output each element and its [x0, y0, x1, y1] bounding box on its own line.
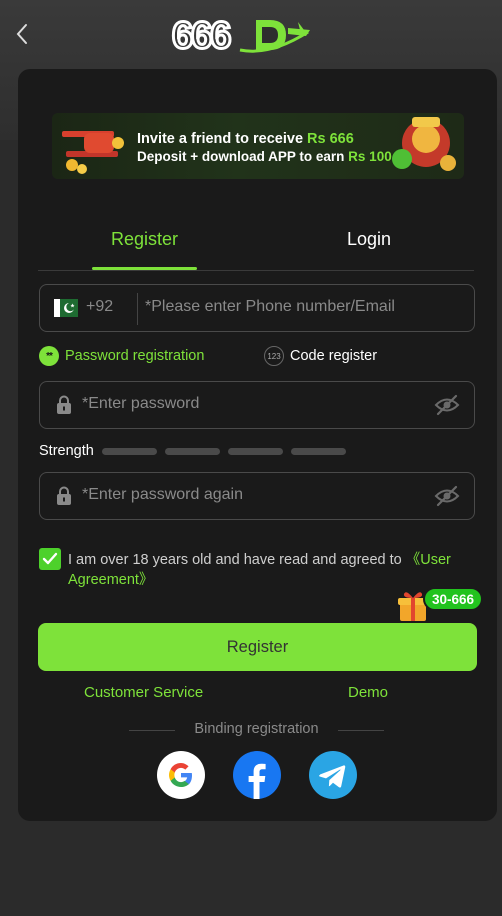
promo-badge[interactable]: 30-666 — [423, 587, 483, 611]
customer-service-link[interactable]: Customer Service — [84, 684, 203, 701]
banner-invite-text: Invite a friend to receive — [137, 131, 304, 147]
phone-placeholder: Please enter Phone number/Email — [151, 298, 395, 315]
auth-tabs: Register Login — [38, 219, 474, 271]
confirm-password-field[interactable]: *Enter password again — [39, 472, 475, 520]
phone-email-field[interactable]: +92 *Please enter Phone number/Email — [39, 284, 475, 332]
binding-registration-divider: Binding registration — [129, 721, 384, 739]
password-input[interactable]: *Enter password — [82, 395, 199, 413]
facebook-login-button[interactable] — [233, 751, 281, 799]
phone-email-input[interactable]: *Please enter Phone number/Email — [145, 298, 395, 316]
confirm-password-placeholder: Enter password again — [88, 486, 243, 503]
mascot-icon — [392, 117, 456, 171]
tab-login[interactable]: Login — [347, 229, 391, 250]
telegram-icon — [319, 765, 346, 788]
strength-segment — [164, 447, 220, 455]
password-strength-meter: Strength — [39, 443, 354, 459]
lock-icon — [57, 486, 71, 505]
strength-label: Strength — [39, 443, 94, 459]
divider-line — [338, 730, 384, 731]
pakistan-flag-icon[interactable] — [54, 299, 78, 317]
binding-registration-label: Binding registration — [194, 721, 319, 737]
password-registration-label: Password registration — [65, 348, 205, 364]
password-registration-option[interactable]: ** Password registration — [39, 346, 204, 366]
brand-logo: 666 — [171, 14, 310, 58]
password-placeholder: Enter password — [88, 395, 200, 412]
code-register-label: Code register — [290, 348, 378, 364]
field-divider — [137, 293, 138, 325]
chevron-left-icon — [16, 24, 27, 44]
agreement-checkbox[interactable] — [39, 548, 61, 570]
register-button[interactable]: Register — [38, 623, 477, 671]
banner-line-1: Invite a friend to receive Rs 666 — [137, 131, 354, 147]
agreement-statement: I am over 18 years old and have read and… — [68, 552, 402, 568]
back-button[interactable] — [10, 20, 34, 48]
asterisk-icon: ** — [39, 346, 59, 366]
password-field[interactable]: *Enter password — [39, 381, 475, 429]
banner-deposit-text: Deposit + download APP to earn — [137, 149, 345, 164]
banner-invite-amount: Rs 666 — [307, 131, 354, 147]
strength-segment — [101, 447, 157, 455]
registration-mode-switch: ** Password registration 123 Code regist… — [39, 346, 475, 368]
google-login-button[interactable] — [157, 751, 205, 799]
strength-segment — [290, 447, 346, 455]
telegram-login-button[interactable] — [309, 751, 357, 799]
strength-segment — [227, 447, 283, 455]
facebook-icon — [248, 763, 266, 799]
agreement-text: I am over 18 years old and have read and… — [68, 550, 473, 590]
promo-banner[interactable]: Invite a friend to receive Rs 666 Deposi… — [52, 113, 464, 179]
checkmark-icon — [42, 552, 58, 565]
confirm-password-input[interactable]: *Enter password again — [82, 486, 243, 504]
banner-line-2: Deposit + download APP to earn Rs 100 — [137, 149, 392, 164]
svg-text:666: 666 — [172, 15, 230, 57]
country-code[interactable]: +92 — [86, 298, 113, 316]
demo-link[interactable]: Demo — [348, 684, 388, 701]
lock-icon — [57, 395, 71, 414]
eye-hidden-icon[interactable] — [434, 485, 460, 507]
biplane-icon — [62, 131, 124, 174]
register-card: Invite a friend to receive Rs 666 Deposi… — [18, 69, 497, 821]
eye-hidden-icon[interactable] — [434, 394, 460, 416]
tab-register[interactable]: Register — [111, 229, 178, 250]
numeric-code-icon: 123 — [264, 346, 284, 366]
google-icon — [169, 763, 192, 787]
code-register-option[interactable]: 123 Code register — [264, 346, 377, 366]
active-tab-indicator — [92, 267, 197, 270]
